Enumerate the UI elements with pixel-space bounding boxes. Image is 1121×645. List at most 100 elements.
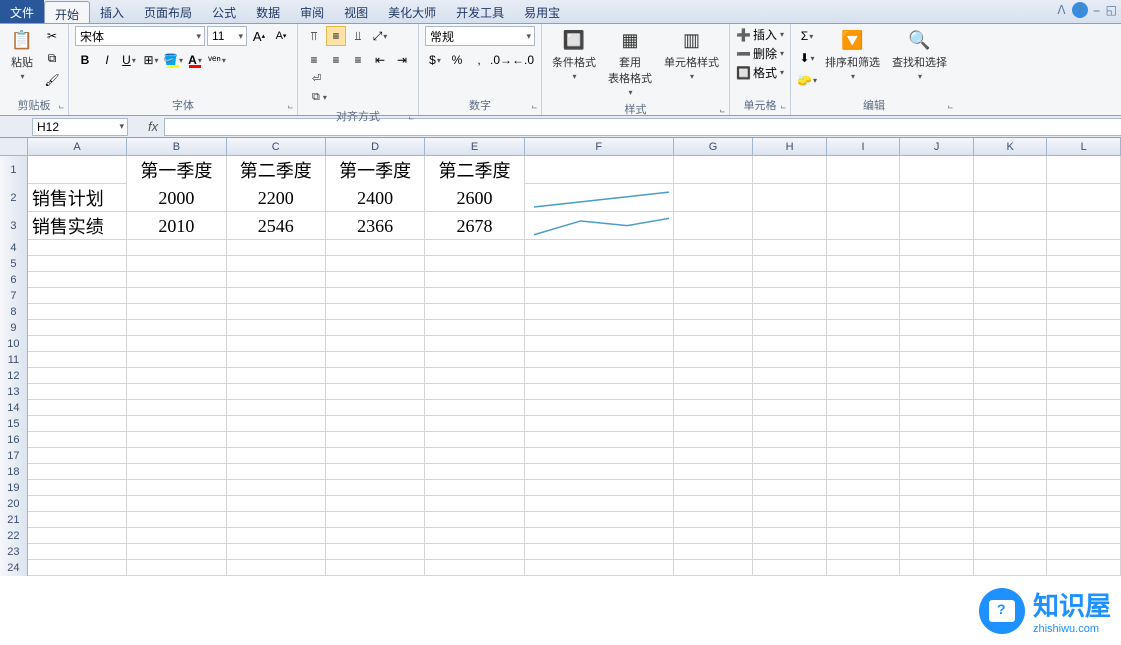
- cell-H7[interactable]: [753, 288, 827, 304]
- align-middle-icon[interactable]: ≡: [326, 26, 346, 46]
- cell-K5[interactable]: [974, 256, 1048, 272]
- cell-E8[interactable]: [425, 304, 524, 320]
- cell-I7[interactable]: [827, 288, 901, 304]
- cell-H12[interactable]: [753, 368, 827, 384]
- cell-D23[interactable]: [326, 544, 425, 560]
- cell-E1[interactable]: 第二季度: [425, 156, 524, 184]
- cell-F24[interactable]: [525, 560, 674, 576]
- align-right-icon[interactable]: ≡: [348, 50, 368, 70]
- cell-C8[interactable]: [227, 304, 326, 320]
- cell-B7[interactable]: [127, 288, 226, 304]
- cell-E19[interactable]: [425, 480, 524, 496]
- cell-B20[interactable]: [127, 496, 226, 512]
- cell-G17[interactable]: [674, 448, 754, 464]
- row-header-16[interactable]: 16: [0, 432, 28, 448]
- cell-G13[interactable]: [674, 384, 754, 400]
- cell-B5[interactable]: [127, 256, 226, 272]
- cell-A19[interactable]: [28, 480, 127, 496]
- cell-E3[interactable]: 2678: [425, 212, 524, 240]
- orientation-icon[interactable]: ⤢▾: [370, 26, 390, 46]
- cell-D2[interactable]: 2400: [326, 184, 425, 212]
- cell-C11[interactable]: [227, 352, 326, 368]
- spreadsheet-grid[interactable]: ABCDEFGHIJKL 1第一季度第二季度第一季度第二季度2销售计划20002…: [0, 138, 1121, 576]
- cell-C20[interactable]: [227, 496, 326, 512]
- cell-C19[interactable]: [227, 480, 326, 496]
- col-header-C[interactable]: C: [227, 138, 326, 155]
- cell-C21[interactable]: [227, 512, 326, 528]
- cell-K23[interactable]: [974, 544, 1048, 560]
- cell-I23[interactable]: [827, 544, 901, 560]
- cell-E20[interactable]: [425, 496, 524, 512]
- wrap-text-button[interactable]: ⏎: [310, 70, 412, 87]
- cell-G14[interactable]: [674, 400, 754, 416]
- col-header-G[interactable]: G: [674, 138, 754, 155]
- format-cells-button[interactable]: 🔲格式▾: [736, 64, 784, 81]
- fx-icon[interactable]: fx: [148, 119, 158, 134]
- cell-K6[interactable]: [974, 272, 1048, 288]
- cell-C12[interactable]: [227, 368, 326, 384]
- cell-K19[interactable]: [974, 480, 1048, 496]
- border-icon[interactable]: ⊞▾: [141, 50, 161, 70]
- cell-B24[interactable]: [127, 560, 226, 576]
- cell-A22[interactable]: [28, 528, 127, 544]
- cell-F3[interactable]: [525, 212, 674, 240]
- cell-F11[interactable]: [525, 352, 674, 368]
- cell-K7[interactable]: [974, 288, 1048, 304]
- cell-L12[interactable]: [1047, 368, 1121, 384]
- cell-I15[interactable]: [827, 416, 901, 432]
- cell-J19[interactable]: [900, 480, 974, 496]
- help-icon[interactable]: ?: [1072, 2, 1088, 18]
- cell-J18[interactable]: [900, 464, 974, 480]
- cell-F15[interactable]: [525, 416, 674, 432]
- cell-B13[interactable]: [127, 384, 226, 400]
- cell-C13[interactable]: [227, 384, 326, 400]
- cell-H5[interactable]: [753, 256, 827, 272]
- cell-C24[interactable]: [227, 560, 326, 576]
- row-header-20[interactable]: 20: [0, 496, 28, 512]
- cell-A21[interactable]: [28, 512, 127, 528]
- cell-G4[interactable]: [674, 240, 754, 256]
- cell-C3[interactable]: 2546: [227, 212, 326, 240]
- cell-A5[interactable]: [28, 256, 127, 272]
- cell-style-button[interactable]: ▥ 单元格样式▾: [660, 26, 723, 83]
- cell-I13[interactable]: [827, 384, 901, 400]
- cell-J21[interactable]: [900, 512, 974, 528]
- cell-C17[interactable]: [227, 448, 326, 464]
- cell-B10[interactable]: [127, 336, 226, 352]
- cell-F2[interactable]: [525, 184, 674, 212]
- cell-G7[interactable]: [674, 288, 754, 304]
- cell-J13[interactable]: [900, 384, 974, 400]
- row-header-3[interactable]: 3: [0, 212, 28, 240]
- cut-icon[interactable]: ✂: [42, 26, 62, 46]
- cell-L23[interactable]: [1047, 544, 1121, 560]
- cell-E13[interactable]: [425, 384, 524, 400]
- cell-J8[interactable]: [900, 304, 974, 320]
- tab-dev[interactable]: 开发工具: [446, 0, 514, 23]
- cell-E5[interactable]: [425, 256, 524, 272]
- cell-K21[interactable]: [974, 512, 1048, 528]
- cell-G24[interactable]: [674, 560, 754, 576]
- cell-K22[interactable]: [974, 528, 1048, 544]
- row-header-8[interactable]: 8: [0, 304, 28, 320]
- cell-K10[interactable]: [974, 336, 1048, 352]
- cell-L5[interactable]: [1047, 256, 1121, 272]
- cell-F8[interactable]: [525, 304, 674, 320]
- cell-F5[interactable]: [525, 256, 674, 272]
- cell-B12[interactable]: [127, 368, 226, 384]
- cell-H21[interactable]: [753, 512, 827, 528]
- currency-icon[interactable]: $▾: [425, 50, 445, 70]
- cell-D16[interactable]: [326, 432, 425, 448]
- cell-K1[interactable]: [974, 156, 1048, 184]
- cell-D5[interactable]: [326, 256, 425, 272]
- cell-J20[interactable]: [900, 496, 974, 512]
- cell-J14[interactable]: [900, 400, 974, 416]
- row-header-1[interactable]: 1: [0, 156, 28, 184]
- cell-G1[interactable]: [674, 156, 754, 184]
- cell-F19[interactable]: [525, 480, 674, 496]
- cell-F13[interactable]: [525, 384, 674, 400]
- cell-I14[interactable]: [827, 400, 901, 416]
- cell-L13[interactable]: [1047, 384, 1121, 400]
- cell-C4[interactable]: [227, 240, 326, 256]
- tab-review[interactable]: 审阅: [290, 0, 334, 23]
- merge-center-button[interactable]: ⧉▾: [310, 89, 412, 106]
